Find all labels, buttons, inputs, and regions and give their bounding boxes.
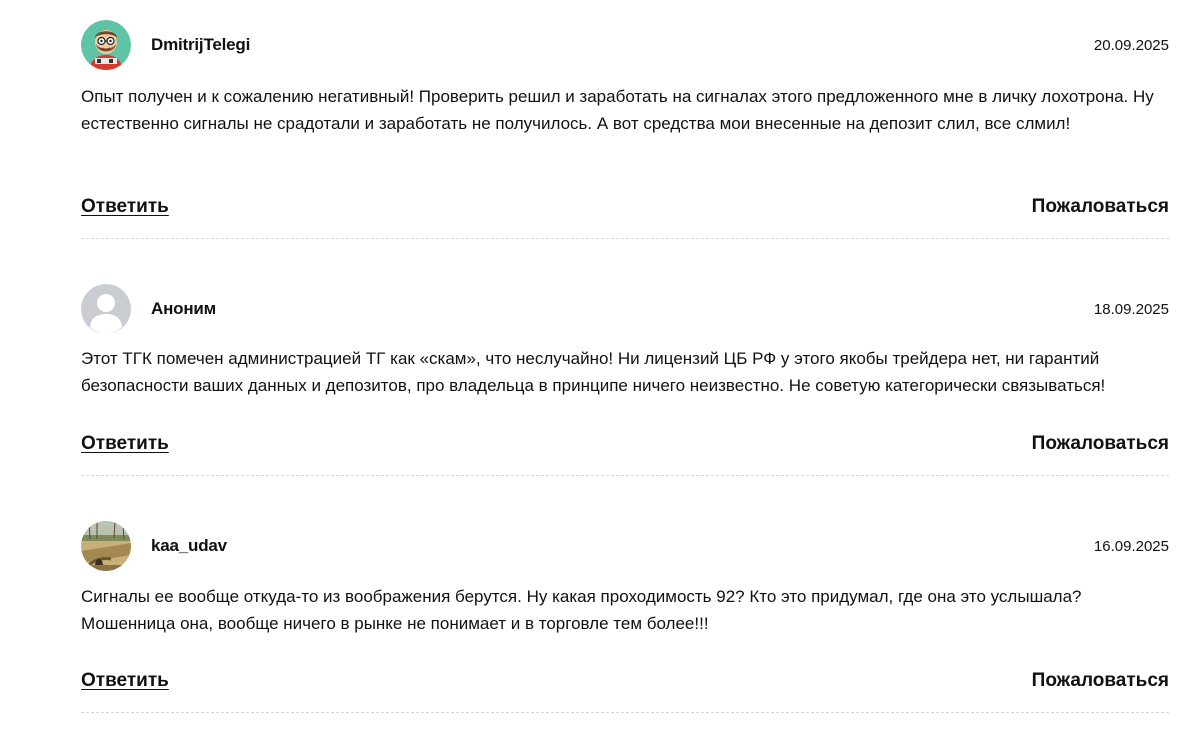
landscape-photo-avatar <box>81 521 131 571</box>
author-name: DmitrijTelegi <box>151 35 251 54</box>
comment-header: Аноним 18.09.2025 <box>81 284 1169 336</box>
cartoon-man-avatar <box>81 20 131 70</box>
comment-date: 16.09.2025 <box>1093 538 1169 555</box>
default-user-avatar <box>81 284 131 334</box>
comment-actions: Ответить Пожаловаться <box>81 433 1169 457</box>
author-name: Аноним <box>151 299 217 318</box>
comment-header: kaa_udav 16.09.2025 <box>81 521 1169 573</box>
report-button[interactable]: Пожаловаться <box>1032 196 1169 218</box>
comments-list: DmitrijTelegi 20.09.2025 Опыт получен и … <box>0 0 1196 743</box>
comment-text: Сигналы ее вообще откуда-то из воображен… <box>81 587 1082 633</box>
report-button[interactable]: Пожаловаться <box>1032 433 1169 455</box>
comment-date: 18.09.2025 <box>1093 301 1169 318</box>
comment-text: Опыт получен и к сожалению негативный! П… <box>81 84 1161 137</box>
comment-date: 20.09.2025 <box>1093 37 1169 54</box>
comment-text: Этот ТГК помечен администрацией ТГ как «… <box>81 349 1106 395</box>
comment-header: DmitrijTelegi 20.09.2025 <box>81 20 1169 72</box>
comment-divider <box>81 475 1169 476</box>
reply-button[interactable]: Ответить <box>81 670 169 692</box>
comment-actions: Ответить Пожаловаться <box>81 670 1169 694</box>
comment-item: DmitrijTelegi 20.09.2025 Опыт получен и … <box>81 20 1169 239</box>
comment-item: Аноним 18.09.2025 Этот ТГК помечен админ… <box>81 284 1169 476</box>
reply-button[interactable]: Ответить <box>81 433 169 455</box>
comment-divider <box>81 712 1169 713</box>
reply-button[interactable]: Ответить <box>81 196 169 218</box>
comment-divider <box>81 238 1169 239</box>
comment-item: kaa_udav 16.09.2025 Сигналы ее вообще от… <box>81 521 1169 713</box>
comment-text-content: Опыт получен и к сожалению негативный! П… <box>81 87 1154 133</box>
author-name: kaa_udav <box>151 536 227 555</box>
comment-actions: Ответить Пожаловаться <box>81 196 1169 220</box>
report-button[interactable]: Пожаловаться <box>1032 670 1169 692</box>
